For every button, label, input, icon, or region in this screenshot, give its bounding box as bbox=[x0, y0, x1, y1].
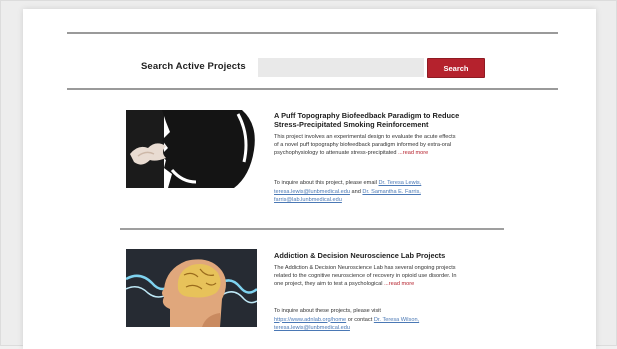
contact-email-link[interactable]: teresa.lewis@lunbmedical.edu bbox=[274, 325, 350, 331]
contact-text: To inquire about this project, please em… bbox=[274, 180, 377, 186]
contact-line: teresa.lewis@lunbmedical.edu and Dr. Sam… bbox=[274, 188, 509, 197]
project-title-line: Addiction & Decision Neuroscience Lab Pr… bbox=[274, 251, 446, 260]
project-contact: To inquire about these projects, please … bbox=[274, 307, 509, 333]
contact-name-link[interactable]: Dr. Teresa Wilson, bbox=[374, 317, 419, 323]
website-link[interactable]: https://www.adnlab.org/home bbox=[274, 317, 346, 323]
project-title[interactable]: Addiction & Decision Neuroscience Lab Pr… bbox=[274, 251, 514, 260]
smoking-silhouette-icon bbox=[126, 110, 257, 188]
search-label: Search Active Projects bbox=[141, 61, 246, 72]
project-description: The Addiction & Decision Neuroscience La… bbox=[274, 264, 509, 289]
description-line: of a novel puff topography biofeedback p… bbox=[274, 142, 452, 149]
contact-line: https://www.adnlab.org/home or contact D… bbox=[274, 316, 509, 325]
description-line: related to the cognitive neuroscience of… bbox=[274, 273, 457, 280]
browser-frame: Search Active Projects Search A Puff Top… bbox=[0, 0, 617, 349]
project-title-line: A Puff Topography Biofeedback Paradigm t… bbox=[274, 111, 460, 120]
contact-line: To inquire about this project, please em… bbox=[274, 179, 509, 188]
project-divider bbox=[120, 228, 504, 230]
contact-line: teresa.lewis@lunbmedical.edu bbox=[274, 324, 509, 333]
contact-text: and bbox=[351, 188, 361, 195]
page-content: Search Active Projects Search A Puff Top… bbox=[23, 9, 596, 349]
search-button[interactable]: Search bbox=[427, 58, 485, 78]
project-contact: To inquire about this project, please em… bbox=[274, 179, 509, 205]
contact-email-link[interactable]: farris@lab.lunbmedical.edu bbox=[274, 197, 342, 203]
search-input[interactable] bbox=[258, 58, 424, 77]
description-text: psychophysiology to attenuate stress-pre… bbox=[274, 150, 397, 157]
contact-email-link[interactable]: teresa.lewis@lunbmedical.edu bbox=[274, 189, 350, 195]
description-text: one project, they aim to test a psycholo… bbox=[274, 281, 383, 288]
contact-name-link[interactable]: Dr. Teresa Lewis, bbox=[378, 180, 421, 186]
project-title-line: Stress-Precipitated Smoking Reinforcemen… bbox=[274, 120, 429, 129]
search-divider bbox=[67, 88, 558, 90]
top-divider bbox=[67, 32, 558, 34]
project-image-brain[interactable] bbox=[126, 249, 257, 327]
description-line: The Addiction & Decision Neuroscience La… bbox=[274, 265, 456, 271]
contact-text: or contact bbox=[347, 316, 373, 323]
project-title[interactable]: A Puff Topography Biofeedback Paradigm t… bbox=[274, 111, 514, 129]
description-line: one project, they aim to test a psycholo… bbox=[274, 280, 509, 288]
contact-line: To inquire about these projects, please … bbox=[274, 308, 381, 314]
read-more-link[interactable]: ...read more bbox=[384, 281, 414, 287]
description-line: psychophysiology to attenuate stress-pre… bbox=[274, 149, 509, 157]
project-description: This project involves an experimental de… bbox=[274, 133, 509, 158]
contact-line: farris@lab.lunbmedical.edu bbox=[274, 196, 509, 205]
read-more-link[interactable]: ...read more bbox=[398, 150, 428, 156]
project-image-smoking[interactable] bbox=[126, 110, 257, 188]
description-line: This project involves an experimental de… bbox=[274, 134, 456, 140]
brain-head-icon bbox=[126, 249, 257, 327]
contact-name-link[interactable]: Dr. Samantha E. Farris, bbox=[362, 189, 420, 195]
